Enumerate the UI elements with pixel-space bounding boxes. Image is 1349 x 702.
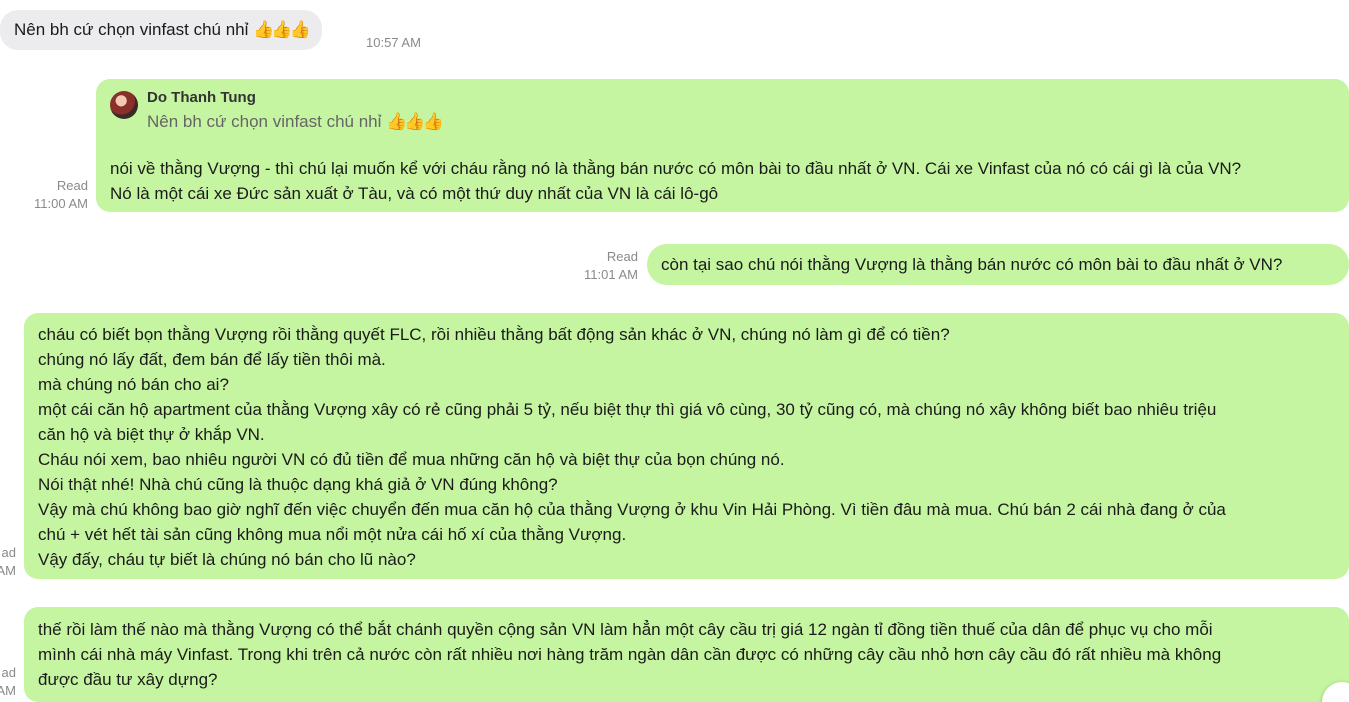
message-text: thế rồi làm thế nào mà thằng Vượng có th… <box>38 620 1222 689</box>
message-meta: ad AM <box>0 664 16 700</box>
message-timestamp: 11:01 AM <box>584 267 638 282</box>
thumbs-up-icon: 👍👍👍 <box>253 20 310 40</box>
quote-author: Do Thanh Tung <box>147 89 256 106</box>
chat-thread: Nên bh cứ chọn vinfast chú nhỉ 👍👍👍 10:57… <box>0 0 1349 702</box>
message-text: cháu có biết bọn thằng Vượng rồi thằng q… <box>38 325 1226 569</box>
message-text: Nên bh cứ chọn vinfast chú nhỉ <box>14 20 249 39</box>
read-status: Read <box>56 178 88 193</box>
outgoing-message-bubble[interactable]: thế rồi làm thế nào mà thằng Vượng có th… <box>24 607 1349 702</box>
message-timestamp: 10:57 AM <box>366 35 421 50</box>
incoming-message-bubble[interactable]: Nên bh cứ chọn vinfast chú nhỉ 👍👍👍 <box>0 10 322 50</box>
quote-text-row: Nên bh cứ chọn vinfast chú nhỉ 👍👍👍 <box>147 110 444 134</box>
user-avatar <box>110 91 138 119</box>
message-timestamp: AM <box>0 683 16 698</box>
read-status: Read <box>606 249 638 264</box>
message-meta: Read 11:00 AM <box>20 177 88 213</box>
read-status: ad <box>1 545 16 560</box>
outgoing-message-bubble[interactable]: Do Thanh Tung Nên bh cứ chọn vinfast chú… <box>96 79 1349 212</box>
message-meta: ad AM <box>0 544 16 580</box>
message-text: còn tại sao chú nói thằng Vượng là thằng… <box>661 255 1283 274</box>
message-timestamp: AM <box>0 563 16 578</box>
thumbs-up-icon: 👍👍👍 <box>386 112 443 132</box>
outgoing-message-bubble[interactable]: còn tại sao chú nói thằng Vượng là thằng… <box>647 244 1349 285</box>
quoted-message[interactable]: Do Thanh Tung Nên bh cứ chọn vinfast chú… <box>110 89 444 134</box>
quote-text: Nên bh cứ chọn vinfast chú nhỉ <box>147 112 382 131</box>
message-timestamp: 11:00 AM <box>34 196 88 211</box>
message-text: nói về thằng Vượng - thì chú lại muốn kể… <box>110 159 1242 203</box>
message-meta: Read 11:01 AM <box>574 248 638 284</box>
outgoing-message-bubble[interactable]: cháu có biết bọn thằng Vượng rồi thằng q… <box>24 313 1349 579</box>
read-status: ad <box>1 665 16 680</box>
